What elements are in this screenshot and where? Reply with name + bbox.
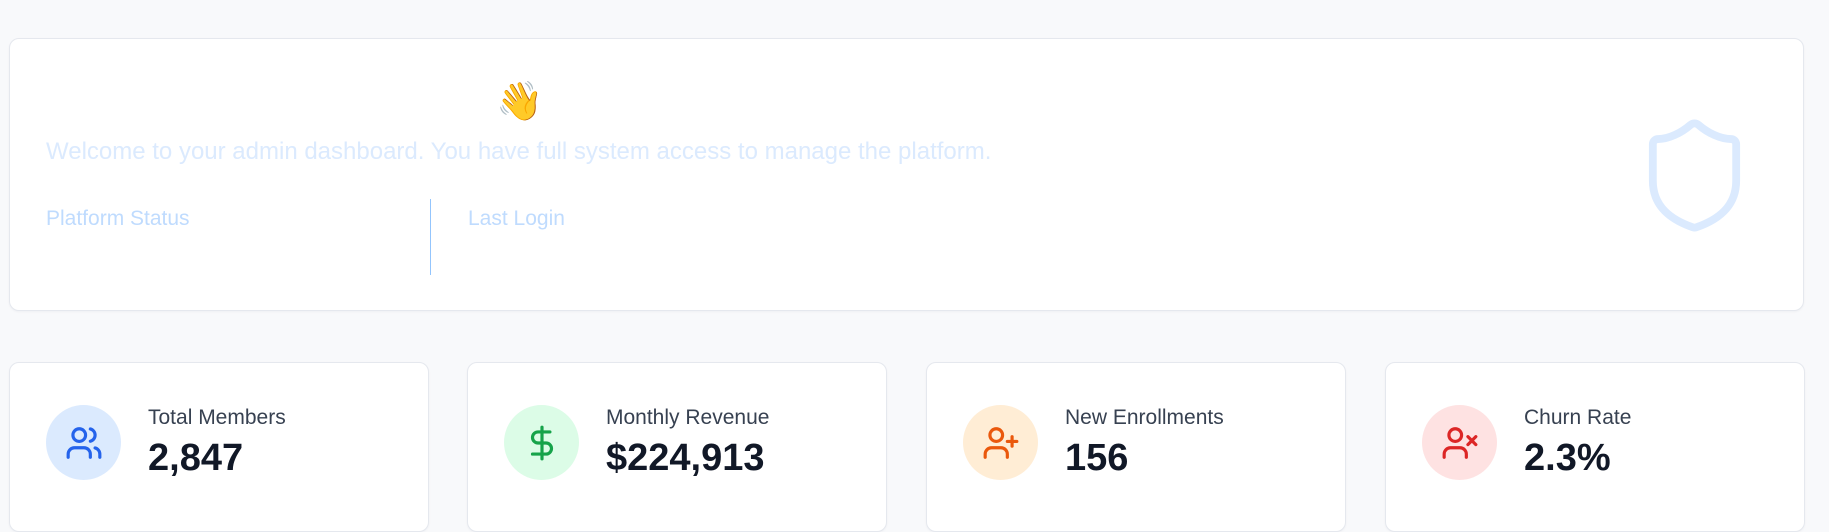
user-x-icon	[1442, 426, 1477, 459]
stat-card-total-members: Total Members 2,847	[9, 362, 429, 532]
welcome-subtitle: Welcome to your admin dashboard. You hav…	[46, 138, 992, 165]
welcome-banner: 👋 Welcome to your admin dashboard. You h…	[9, 38, 1804, 311]
platform-status-label: Platform Status	[46, 207, 190, 230]
platform-status-block: Platform Status	[46, 199, 429, 275]
last-login-block: Last Login	[430, 199, 888, 275]
stat-value: 156	[1065, 437, 1129, 479]
waving-hand-icon: 👋	[496, 81, 544, 123]
stat-label: Churn Rate	[1524, 406, 1632, 429]
dollar-sign-icon	[530, 425, 553, 460]
users-icon	[66, 426, 101, 459]
stat-icon-badge	[1422, 405, 1497, 480]
shield-icon	[1648, 119, 1741, 232]
last-login-label: Last Login	[468, 207, 565, 230]
stat-icon-badge	[504, 405, 579, 480]
stat-label: New Enrollments	[1065, 406, 1224, 429]
stat-card-churn-rate: Churn Rate 2.3%	[1385, 362, 1805, 532]
stat-card-monthly-revenue: Monthly Revenue $224,913	[467, 362, 887, 532]
stat-value: 2,847	[148, 437, 244, 479]
stat-card-new-enrollments: New Enrollments 156	[926, 362, 1346, 532]
stat-value: 2.3%	[1524, 437, 1611, 479]
stat-label: Monthly Revenue	[606, 406, 770, 429]
stat-label: Total Members	[148, 406, 286, 429]
stat-icon-badge	[963, 405, 1038, 480]
stat-icon-badge	[46, 405, 121, 480]
stat-value: $224,913	[606, 437, 765, 479]
user-plus-icon	[983, 426, 1018, 459]
